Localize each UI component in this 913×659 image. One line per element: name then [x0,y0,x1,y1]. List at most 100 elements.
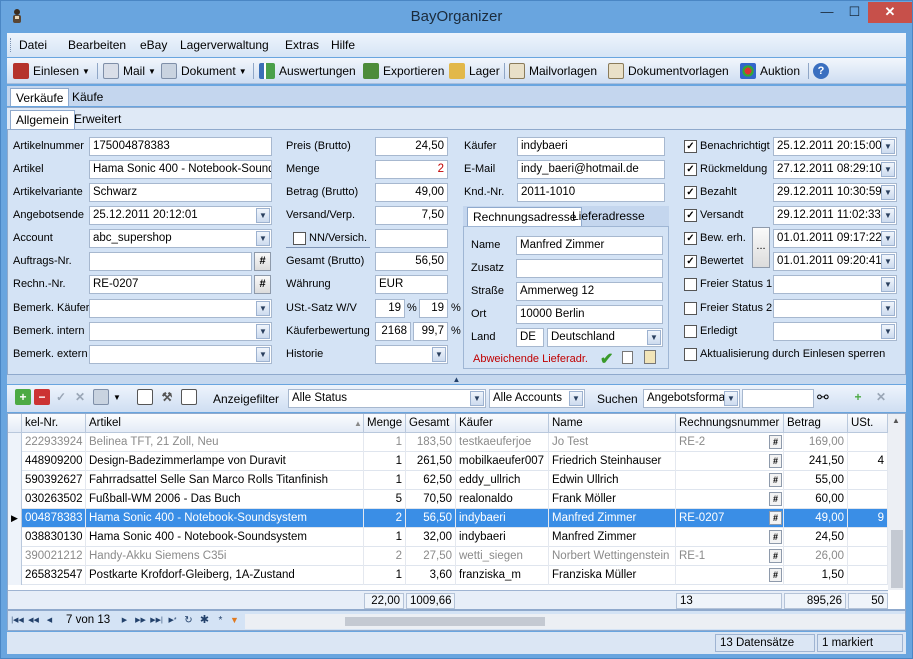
row-selector[interactable] [8,490,22,509]
remove-icon[interactable]: − [34,389,50,405]
horizontal-scrollbar[interactable] [245,614,905,629]
cell-name[interactable]: Norbert Wettingenstein [549,547,676,566]
menu-grip[interactable] [10,38,13,52]
form-icon[interactable] [181,389,197,405]
cell-gesamt[interactable]: 56,50 [406,509,456,528]
bemerk-extern-field[interactable]: ▼ [89,345,272,364]
land-select[interactable]: Deutschland ▼ [547,328,663,347]
table-row[interactable]: 448909200 Design-Badezimmerlampe von Dura… [8,452,888,471]
column-header-name[interactable]: Name [549,414,676,433]
bewertung-details-button[interactable]: ... [752,227,770,268]
artikelvariante-field[interactable]: Schwarz [89,183,272,202]
kaeufer-field[interactable]: indybaeri [517,137,665,156]
cell-name[interactable]: Frank Möller [549,490,676,509]
tab-erweitert[interactable]: Erweitert [69,110,126,128]
table-row[interactable]: 038830130 Hama Sonic 400 - Notebook-Sound… [8,528,888,547]
chevron-down-icon[interactable]: ▼ [113,393,121,411]
cell-nr[interactable]: 265832547 [22,566,86,585]
confirm-icon[interactable]: ✓ [53,389,69,405]
cell-betrag[interactable]: 55,00 [784,471,848,490]
table-row[interactable]: 265832547 Postkarte Krofdorf-Gleiberg, 1A… [8,566,888,585]
cell-betrag[interactable]: 60,00 [784,490,848,509]
cell-menge[interactable]: 1 [364,566,406,585]
erledigt-date[interactable]: ▼ [773,322,897,341]
chevron-down-icon[interactable]: ▼ [256,324,270,339]
rechn-field[interactable]: RE-0207 [89,275,252,294]
exportieren-button[interactable]: Exportieren [363,62,444,80]
benachrichtigt-checkbox[interactable]: ✓ [684,140,697,153]
column-header-menge[interactable]: Menge [364,414,406,433]
preis-field[interactable]: 24,50 [375,137,448,156]
cell-artikel[interactable]: Hama Sonic 400 - Notebook-Soundsystem [86,528,364,547]
zusatz-field[interactable] [516,259,663,278]
cell-nr[interactable]: 004878383 [22,509,86,528]
angebotsende-field[interactable]: 25.12.2011 20:12:01 ▼ [89,206,272,225]
scroll-thumb[interactable] [891,530,903,588]
versandt-date[interactable]: 29.12.2011 11:02:33 ▼ [773,206,897,225]
nn-field[interactable] [375,229,448,248]
cell-name[interactable]: Franziska Müller [549,566,676,585]
tab-lieferadresse[interactable]: Lieferadresse [567,207,650,225]
benachrichtigt-date[interactable]: 25.12.2011 20:15:00 ▼ [773,137,897,156]
cell-ust[interactable] [848,528,888,547]
row-selector[interactable] [8,452,22,471]
erledigt-checkbox[interactable] [684,325,697,338]
column-header-rechnungsnummer[interactable]: Rechnungsnummer [676,414,784,433]
cancel-icon[interactable]: ✕ [72,389,88,405]
row-selector[interactable] [8,433,22,452]
splitter-handle[interactable]: ▲ [7,375,906,384]
cell-menge[interactable]: 2 [364,547,406,566]
maximize-button[interactable]: ☐ [841,2,868,23]
cell-gesamt[interactable]: 27,50 [406,547,456,566]
column-header-artikelnr[interactable]: kel-Nr. [22,414,86,433]
auftrags-field[interactable] [89,252,252,271]
cell-betrag[interactable]: 1,50 [784,566,848,585]
menu-hilfe[interactable]: Hilfe [331,38,355,52]
rechnung-hash-button[interactable]: # [769,549,782,563]
chevron-down-icon[interactable]: ▼ [881,185,895,200]
mailvorlagen-button[interactable]: Mailvorlagen [509,62,597,80]
chevron-down-icon[interactable]: ▼ [881,324,895,339]
menu-extras[interactable]: Extras [285,38,319,52]
cell-betrag[interactable]: 241,50 [784,452,848,471]
minimize-button[interactable]: — [813,2,841,23]
menge-field[interactable]: 2 [375,160,448,179]
rechnung-hash-button[interactable]: # [769,511,782,525]
rechnung-hash-button[interactable]: # [769,568,782,582]
bezahlt-date[interactable]: 29.12.2011 10:30:59 ▼ [773,183,897,202]
cell-menge[interactable]: 5 [364,490,406,509]
rechnung-hash-button[interactable]: # [769,435,782,449]
kndnr-field[interactable]: 2011-1010 [517,183,665,202]
filter-icon[interactable]: ▼ [228,614,241,627]
chevron-down-icon[interactable]: ▼ [724,391,738,406]
clipboard-list-icon[interactable] [137,389,153,405]
cell-rechnung[interactable] [676,490,784,509]
clipboard-icon[interactable] [644,350,656,364]
cell-betrag[interactable]: 24,50 [784,528,848,547]
cell-ust[interactable] [848,566,888,585]
chevron-down-icon[interactable]: ▼ [881,277,895,292]
cell-rechnung[interactable]: RE-1 [676,547,784,566]
chevron-down-icon[interactable]: ▼ [470,391,484,406]
rechnung-hash-button[interactable]: # [769,454,782,468]
menu-bearbeiten[interactable]: Bearbeiten [68,38,126,52]
cell-betrag[interactable]: 26,00 [784,547,848,566]
cell-gesamt[interactable]: 70,50 [406,490,456,509]
cell-nr[interactable]: 390021212 [22,547,86,566]
chevron-down-icon[interactable]: ▼ [569,391,583,406]
cell-kaeufer[interactable]: realonaldo [456,490,549,509]
wand-icon[interactable]: ⚒ [159,389,175,405]
strasse-field[interactable]: Ammerweg 12 [516,282,663,301]
cell-artikel[interactable]: Hama Sonic 400 - Notebook-Soundsystem [86,509,364,528]
waehrung-field[interactable]: EUR [375,275,448,294]
chevron-down-icon[interactable]: ▼ [881,254,895,269]
cell-kaeufer[interactable]: franziska_m [456,566,549,585]
menu-ebay[interactable]: eBay [140,38,167,52]
chevron-down-icon[interactable]: ▼ [256,208,270,223]
cell-kaeufer[interactable]: testkaeuferjoe [456,433,549,452]
last-page-icon[interactable]: ▶▶| [150,614,163,627]
nn-checkbox[interactable] [293,232,306,245]
cell-name[interactable]: Edwin Ullrich [549,471,676,490]
cell-nr[interactable]: 448909200 [22,452,86,471]
cell-artikel[interactable]: Fußball-WM 2006 - Das Buch [86,490,364,509]
